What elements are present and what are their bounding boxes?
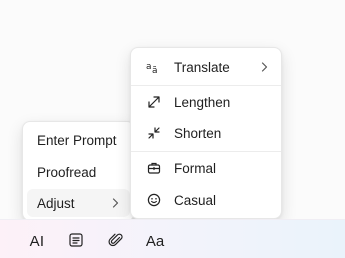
menu-item-lengthen[interactable]: Lengthen [131,88,281,116]
briefcase-icon [146,160,162,176]
smiley-icon [146,192,162,208]
menu-divider [131,151,281,152]
ai-button[interactable]: AI [26,230,48,252]
summary-icon [68,232,84,251]
writing-assist-menu: Enter Prompt Proofread Adjust [22,121,135,221]
menu-item-label: Adjust [37,195,75,211]
ai-toolbar: AI Aa [0,219,345,258]
translate-icon: a ã [146,59,162,75]
attach-button[interactable] [105,230,127,252]
collapse-arrows-icon [146,125,162,141]
menu-divider [131,85,281,86]
expand-arrows-icon [146,94,162,110]
font-style-button[interactable]: Aa [144,230,166,252]
menu-item-label: Proofread [37,164,97,180]
chevron-right-icon [110,198,120,208]
menu-item-casual[interactable]: Casual [131,186,281,214]
svg-text:a: a [146,62,152,72]
menu-item-label: Enter Prompt [37,132,117,148]
menu-item-enter-prompt[interactable]: Enter Prompt [23,126,134,154]
menu-item-proofread[interactable]: Proofread [23,158,134,186]
svg-text:ã: ã [152,66,158,75]
menu-item-label: Casual [174,192,217,208]
menu-item-translate[interactable]: a ã Translate [131,53,281,81]
menu-item-shorten[interactable]: Shorten [131,119,281,147]
menu-item-adjust[interactable]: Adjust [27,189,130,217]
chevron-right-icon [259,62,269,72]
paperclip-icon [108,232,124,251]
menu-item-label: Shorten [174,125,222,141]
summary-button[interactable] [65,230,87,252]
menu-item-label: Translate [174,59,230,75]
adjust-submenu: a ã Translate Lengthen Shorten Formal Ca… [130,47,282,219]
menu-item-label: Lengthen [174,94,231,110]
menu-item-formal[interactable]: Formal [131,154,281,182]
menu-item-label: Formal [174,160,217,176]
